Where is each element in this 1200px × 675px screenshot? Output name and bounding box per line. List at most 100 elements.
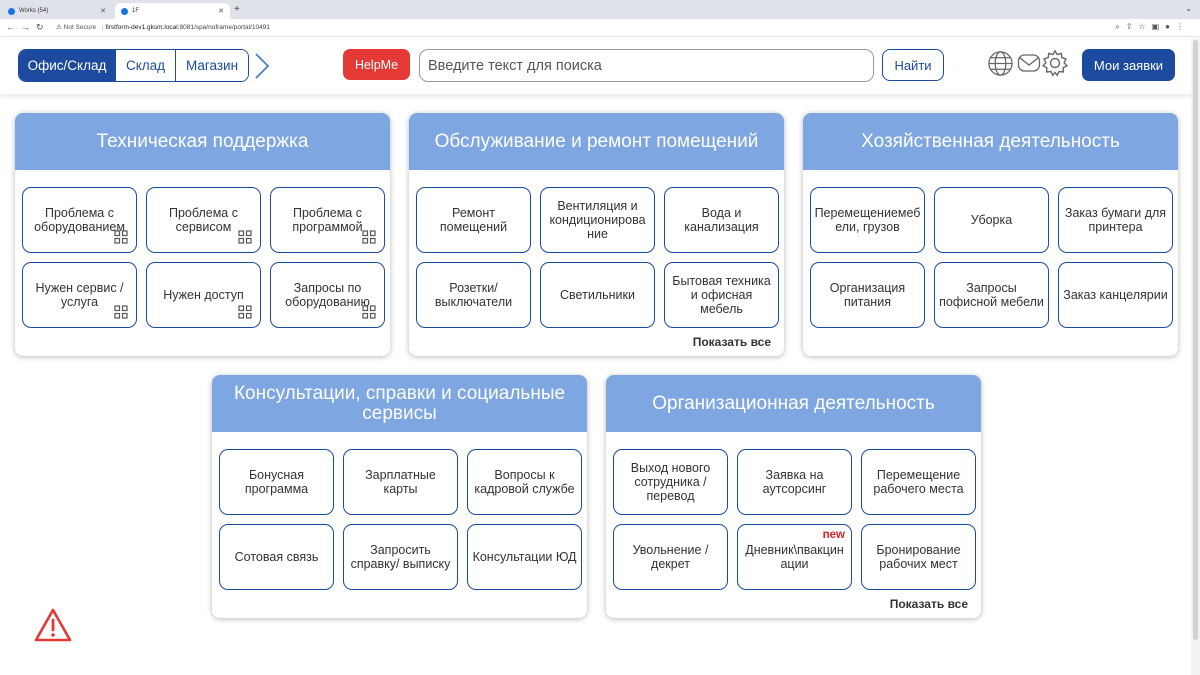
card-title: Обслуживание и ремонт помещений bbox=[409, 113, 784, 170]
tile-service-request[interactable]: Нужен сервис / услуга bbox=[22, 262, 137, 328]
find-button[interactable]: Найти bbox=[882, 49, 944, 81]
tile-label: Розетки/ выключатели bbox=[434, 281, 513, 309]
tile-label: Заказ бумаги для принтера bbox=[1064, 206, 1167, 234]
tile-label: Увольнение / декрет bbox=[632, 543, 709, 571]
security-label: Not Secure bbox=[63, 24, 97, 31]
tile-workplace-move[interactable]: Перемещение рабочего места bbox=[861, 449, 976, 515]
grid-icon bbox=[238, 305, 252, 319]
new-tab-button[interactable]: + bbox=[234, 4, 240, 15]
search-input[interactable]: Введите текст для поиска bbox=[419, 49, 874, 82]
browser-tab-strip: Works (54) ✕ 1F ✕ + ⌄ bbox=[0, 0, 1200, 19]
tile-label: Консультации ЮД bbox=[472, 550, 577, 564]
page-scrollbar[interactable] bbox=[1191, 38, 1200, 675]
tile-sockets-switches[interactable]: Розетки/ выключатели bbox=[416, 262, 531, 328]
tab-close-icon[interactable]: ✕ bbox=[218, 7, 224, 15]
tile-equipment-problem[interactable]: Проблема с оборудованием bbox=[22, 187, 137, 253]
category-card-organizational: Организационная деятельность Выход новог… bbox=[606, 375, 981, 618]
card-tiles: Проблема с оборудованием Проблема с серв… bbox=[22, 187, 385, 328]
reload-icon[interactable]: ↻ bbox=[36, 22, 44, 33]
chevron-right-icon[interactable] bbox=[254, 52, 270, 80]
tile-vaccination-diary[interactable]: new Дневник\пвакцин ации bbox=[737, 524, 852, 590]
tile-label: Ремонт помещений bbox=[439, 206, 508, 234]
tile-room-repair[interactable]: Ремонт помещений bbox=[416, 187, 531, 253]
segment-office-warehouse[interactable]: Офис/Склад bbox=[19, 50, 116, 81]
tile-label: Запросить справку/ выписку bbox=[350, 543, 451, 571]
back-arrow-icon[interactable]: ← bbox=[6, 22, 15, 32]
tile-label: Заказ канцелярии bbox=[1063, 288, 1168, 302]
warning-triangle-icon[interactable] bbox=[33, 607, 73, 644]
segment-store[interactable]: Магазин bbox=[176, 50, 248, 81]
tile-label: Вентиляция и кондиционирова ние bbox=[549, 199, 646, 241]
tile-label: Вопросы к кадровой службе bbox=[474, 468, 575, 496]
show-all-link[interactable]: Показать все bbox=[890, 597, 968, 611]
tile-printer-paper[interactable]: Заказ бумаги для принтера bbox=[1058, 187, 1173, 253]
tile-catering[interactable]: Организация питания bbox=[810, 262, 925, 328]
tile-ventilation[interactable]: Вентиляция и кондиционирова ние bbox=[540, 187, 655, 253]
window-controls-icon[interactable]: ⌄ bbox=[1185, 4, 1192, 13]
browser-tab[interactable]: Works (54) ✕ bbox=[2, 3, 112, 19]
tile-outsourcing[interactable]: Заявка на аутсорсинг bbox=[737, 449, 852, 515]
tile-label: Светильники bbox=[560, 288, 635, 302]
tab-favicon-icon bbox=[121, 7, 128, 15]
settings-gear-icon[interactable] bbox=[1041, 49, 1069, 77]
segment-warehouse[interactable]: Склад bbox=[116, 50, 176, 81]
browser-tab-active[interactable]: 1F ✕ bbox=[115, 3, 230, 19]
tile-label: Зарплатные карты bbox=[365, 468, 436, 496]
tile-water-sewage[interactable]: Вода и канализация bbox=[664, 187, 779, 253]
tile-appliances-furniture[interactable]: Бытовая техника и офисная мебель bbox=[664, 262, 779, 328]
my-requests-button[interactable]: Мои заявки bbox=[1082, 49, 1175, 81]
helpme-button[interactable]: HelpMe bbox=[343, 49, 410, 80]
tile-cleaning[interactable]: Уборка bbox=[934, 187, 1049, 253]
tile-label: Бонусная программа bbox=[244, 468, 309, 496]
tile-label: Запросы пофисной мебели bbox=[939, 281, 1044, 309]
show-all-link[interactable]: Показать все bbox=[693, 335, 771, 349]
tile-label: Бытовая техника и офисная мебель bbox=[672, 274, 771, 316]
grid-icon bbox=[362, 305, 376, 319]
tile-hr-questions[interactable]: Вопросы к кадровой службе bbox=[467, 449, 582, 515]
card-title: Техническая поддержка bbox=[15, 113, 390, 170]
url-field[interactable]: ⚠ Not Secure | firstform-dev1.gksm.local… bbox=[56, 23, 270, 31]
tile-new-employee[interactable]: Выход нового сотрудника / перевод bbox=[613, 449, 728, 515]
category-card-tech-support: Техническая поддержка Проблема с оборудо… bbox=[15, 113, 390, 356]
tile-equipment-requests[interactable]: Запросы по оборудованию bbox=[270, 262, 385, 328]
tile-label: Заявка на аутсорсинг bbox=[762, 468, 827, 496]
tab-title: Works (54) bbox=[19, 8, 49, 14]
mail-icon[interactable] bbox=[1017, 52, 1041, 74]
tile-label: Бронирование рабочих мест bbox=[876, 543, 961, 571]
tile-label: Вода и канализация bbox=[684, 206, 759, 234]
tile-bonus-program[interactable]: Бонусная программа bbox=[219, 449, 334, 515]
warning-small-icon: ⚠ bbox=[56, 24, 62, 31]
card-tiles: Ремонт помещений Вентиляция и кондициони… bbox=[416, 187, 779, 328]
tile-label: Уборка bbox=[970, 213, 1013, 227]
tile-certificate-request[interactable]: Запросить справку/ выписку bbox=[343, 524, 458, 590]
app-header: Офис/Склад Склад Магазин HelpMe Введите … bbox=[0, 38, 1200, 94]
tile-dismissal[interactable]: Увольнение / декрет bbox=[613, 524, 728, 590]
new-badge: new bbox=[822, 529, 845, 541]
tile-service-problem[interactable]: Проблема с сервисом bbox=[146, 187, 261, 253]
tile-mobile[interactable]: Сотовая связь bbox=[219, 524, 334, 590]
browser-toolbar-icons[interactable]: ⌕⇧☆▣●⋮ bbox=[1115, 22, 1190, 32]
tile-legal-consult[interactable]: Консультации ЮД bbox=[467, 524, 582, 590]
tab-favicon-icon bbox=[8, 7, 15, 15]
card-tiles: Перемещениемеб ели, грузов Уборка Заказ … bbox=[810, 187, 1173, 328]
category-card-maintenance: Обслуживание и ремонт помещений Ремонт п… bbox=[409, 113, 784, 356]
tab-title: 1F bbox=[132, 8, 140, 14]
tab-close-icon[interactable]: ✕ bbox=[100, 7, 106, 15]
globe-icon[interactable] bbox=[987, 50, 1014, 77]
tile-desk-booking[interactable]: Бронирование рабочих мест bbox=[861, 524, 976, 590]
url-host: firstform-dev1.gksm.local bbox=[105, 24, 178, 31]
card-tiles: Выход нового сотрудника / перевод Заявка… bbox=[613, 449, 976, 590]
tile-stationery[interactable]: Заказ канцелярии bbox=[1058, 262, 1173, 328]
tile-label: Перемещение рабочего места bbox=[873, 468, 964, 496]
tile-access-request[interactable]: Нужен доступ bbox=[146, 262, 261, 328]
browser-address-bar: ← → ↻ ⚠ Not Secure | firstform-dev1.gksm… bbox=[0, 19, 1200, 37]
tile-moving-furniture[interactable]: Перемещениемеб ели, грузов bbox=[810, 187, 925, 253]
forward-arrow-icon[interactable]: → bbox=[21, 22, 30, 32]
tile-label: Дневник\пвакцин ации bbox=[745, 543, 844, 571]
card-title: Хозяйственная деятельность bbox=[803, 113, 1178, 170]
tile-office-furniture[interactable]: Запросы пофисной мебели bbox=[934, 262, 1049, 328]
card-title: Консультации, справки и социальные серви… bbox=[212, 375, 587, 432]
tile-lamps[interactable]: Светильники bbox=[540, 262, 655, 328]
tile-software-problem[interactable]: Проблема с программой bbox=[270, 187, 385, 253]
tile-salary-cards[interactable]: Зарплатные карты bbox=[343, 449, 458, 515]
